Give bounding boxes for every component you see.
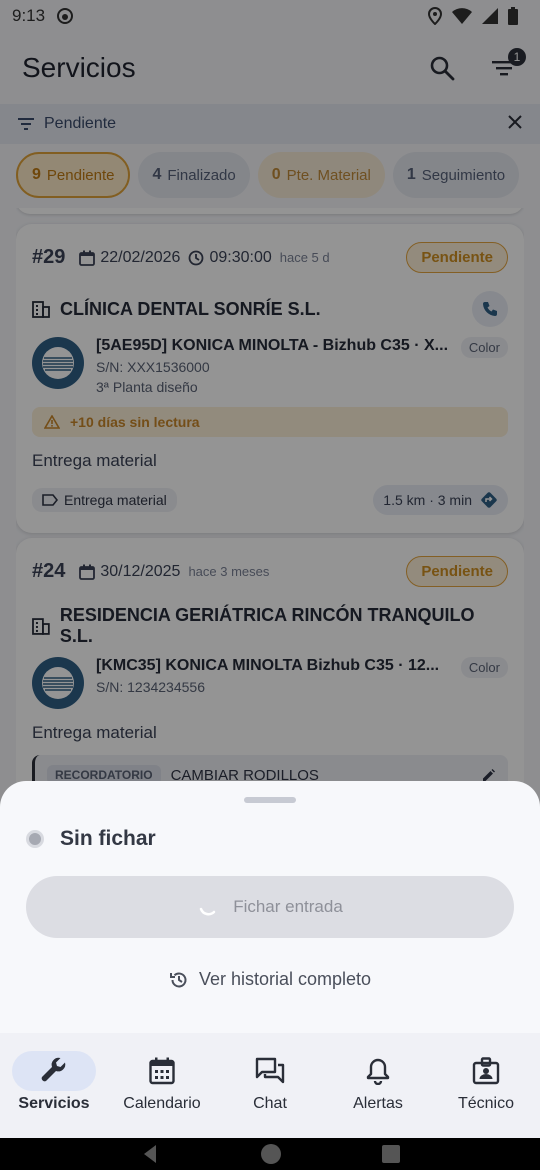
nav-label: Calendario [123, 1095, 201, 1112]
system-nav-bar [0, 1138, 540, 1170]
chat-icon [255, 1057, 285, 1084]
bell-icon [366, 1058, 390, 1085]
history-icon [169, 972, 187, 987]
nav-label: Técnico [457, 1095, 515, 1112]
calendar-icon [149, 1057, 175, 1085]
status-dot-icon [26, 830, 44, 848]
nav-servicios[interactable]: Servicios [0, 1033, 108, 1140]
wrench-icon [41, 1057, 66, 1082]
nav-label: Servicios [18, 1095, 90, 1112]
recents-icon[interactable] [381, 1144, 401, 1164]
clock-in-label: Fichar entrada [233, 897, 343, 916]
home-icon[interactable] [259, 1142, 283, 1166]
view-history-link[interactable]: Ver historial completo [0, 969, 540, 990]
drag-handle[interactable] [244, 797, 296, 803]
clock-in-button[interactable]: Fichar entrada [26, 876, 514, 938]
nav-chat[interactable]: Chat [216, 1033, 324, 1140]
nav-tecnico[interactable]: Técnico [432, 1033, 540, 1140]
bottom-nav: Servicios Calendario Chat Alertas Técnic… [0, 1033, 540, 1140]
clock-status-text: Sin fichar [60, 827, 156, 850]
loading-spinner-icon [199, 907, 216, 916]
clock-status: Sin fichar [26, 827, 156, 851]
nav-label: Alertas [353, 1095, 403, 1112]
nav-calendario[interactable]: Calendario [108, 1033, 216, 1140]
clock-in-sheet: Sin fichar Fichar entrada Ver historial … [0, 781, 540, 1033]
badge-icon [472, 1057, 500, 1085]
nav-alertas[interactable]: Alertas [324, 1033, 432, 1140]
nav-label: Chat [253, 1095, 287, 1112]
back-icon[interactable] [139, 1143, 161, 1165]
history-label: Ver historial completo [198, 969, 372, 989]
